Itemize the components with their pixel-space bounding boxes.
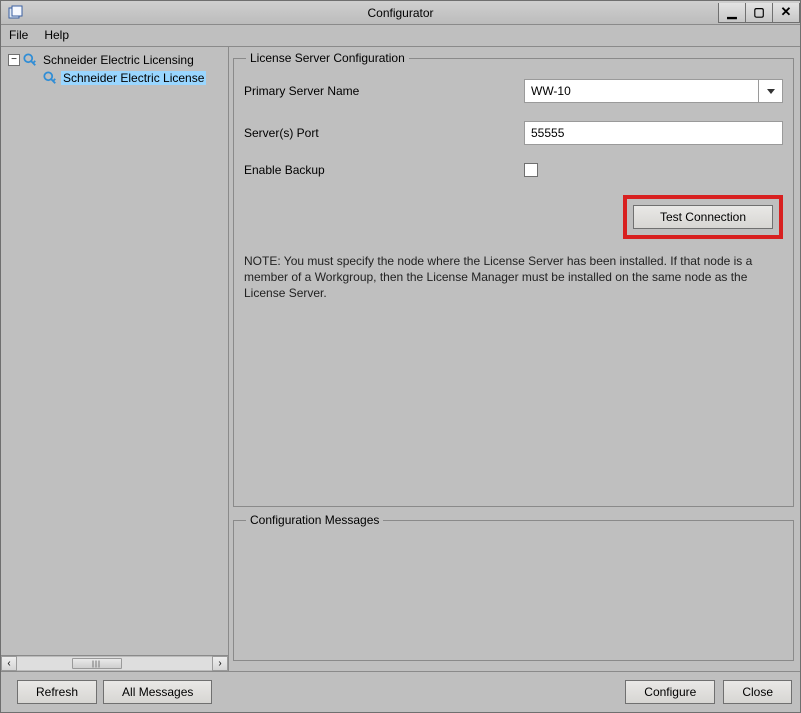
main-panel: License Server Configuration Primary Ser… (229, 47, 800, 671)
enable-backup-label: Enable Backup (244, 163, 524, 177)
chevron-down-icon (767, 89, 775, 94)
app-icon (7, 5, 23, 21)
primary-server-row: Primary Server Name (244, 79, 783, 103)
tree-collapse-icon[interactable]: − (8, 54, 20, 66)
messages-group-title: Configuration Messages (246, 513, 383, 527)
all-messages-button[interactable]: All Messages (103, 680, 212, 704)
navigation-tree[interactable]: − Schneider Electric Licensing Schneider… (1, 47, 228, 655)
enable-backup-checkbox[interactable] (524, 163, 538, 177)
bottom-button-bar: Refresh All Messages Configure Close (1, 672, 800, 712)
config-note-text: NOTE: You must specify the node where th… (244, 253, 783, 302)
primary-server-input[interactable] (524, 79, 759, 103)
server-port-input[interactable] (524, 121, 783, 145)
close-window-button[interactable]: ✕ (772, 3, 800, 23)
tree-root-label: Schneider Electric Licensing (41, 53, 196, 67)
configure-button[interactable]: Configure (625, 680, 715, 704)
menu-file[interactable]: File (1, 25, 36, 46)
enable-backup-row: Enable Backup (244, 163, 783, 177)
test-connection-button[interactable]: Test Connection (633, 205, 773, 229)
server-port-label: Server(s) Port (244, 126, 524, 140)
server-port-row: Server(s) Port (244, 121, 783, 145)
scroll-right-arrow[interactable]: › (212, 656, 228, 671)
window-title: Configurator (367, 6, 433, 20)
primary-server-label: Primary Server Name (244, 84, 524, 98)
key-icon (43, 71, 57, 85)
license-server-config-group: License Server Configuration Primary Ser… (233, 51, 794, 507)
close-button[interactable]: Close (723, 680, 792, 704)
tree-child-label: Schneider Electric License (61, 71, 206, 85)
scroll-thumb[interactable] (72, 658, 122, 669)
primary-server-dropdown-button[interactable] (759, 79, 783, 103)
tree-horizontal-scrollbar[interactable]: ‹ › (1, 655, 228, 671)
scroll-left-arrow[interactable]: ‹ (1, 656, 17, 671)
maximize-button[interactable]: ▢ (745, 3, 773, 23)
refresh-button[interactable]: Refresh (17, 680, 97, 704)
configuration-messages-group: Configuration Messages (233, 513, 794, 661)
config-group-title: License Server Configuration (246, 51, 409, 65)
tree-child-row[interactable]: Schneider Electric License (1, 69, 228, 87)
tree-root-row[interactable]: − Schneider Electric Licensing (1, 51, 228, 69)
scroll-track[interactable] (17, 656, 212, 671)
key-icon (23, 53, 37, 67)
minimize-button[interactable]: ▁ (718, 3, 746, 23)
configurator-window: Configurator ▁ ▢ ✕ File Help − Schneider… (0, 0, 801, 713)
menu-bar: File Help (1, 25, 800, 47)
menu-help[interactable]: Help (36, 25, 77, 46)
navigation-tree-panel: − Schneider Electric Licensing Schneider… (1, 47, 229, 671)
title-bar: Configurator ▁ ▢ ✕ (1, 1, 800, 25)
highlight-annotation: Test Connection (623, 195, 783, 239)
